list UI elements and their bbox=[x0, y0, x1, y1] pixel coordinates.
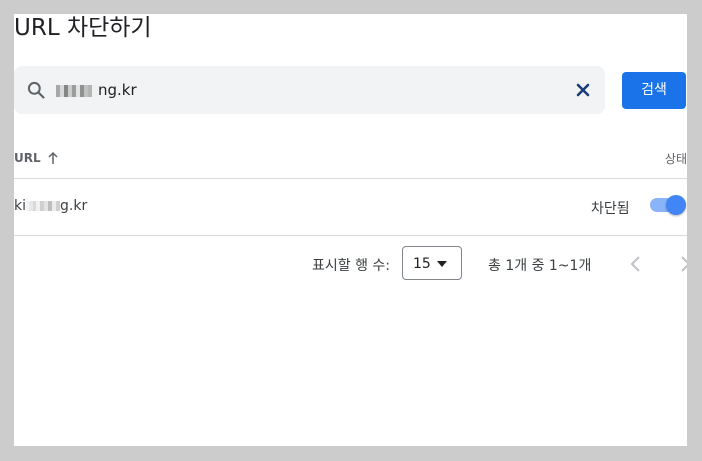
redacted-text bbox=[56, 84, 98, 97]
pagination-range: 총 1개 중 1~1개 bbox=[488, 258, 592, 274]
search-input[interactable]: ng.kr bbox=[14, 66, 605, 114]
block-toggle[interactable] bbox=[650, 195, 686, 215]
toggle-thumb bbox=[666, 195, 686, 215]
rows-per-page-select[interactable]: 15 bbox=[402, 246, 462, 280]
arrow-up-icon[interactable] bbox=[47, 151, 59, 165]
pagination: 표시할 행 수: 15 총 1개 중 1~1개 bbox=[14, 246, 687, 282]
rows-per-page-value: 15 bbox=[413, 256, 431, 272]
column-header-status: 상태 bbox=[664, 152, 687, 166]
row-url: ki g.kr bbox=[14, 198, 87, 214]
divider bbox=[14, 235, 687, 236]
search-icon bbox=[27, 81, 45, 99]
dialog-title: URL 차단하기 bbox=[14, 15, 152, 41]
row-status: 차단됨 bbox=[591, 201, 630, 217]
close-icon[interactable] bbox=[575, 82, 591, 98]
search-value: ng.kr bbox=[56, 66, 137, 114]
block-url-dialog: URL 차단하기 ng.kr 검색 URL 상태 ki g.kr 차단됨 표시할… bbox=[14, 14, 687, 446]
search-button[interactable]: 검색 bbox=[622, 72, 686, 109]
chevron-left-icon[interactable] bbox=[629, 255, 643, 273]
dropdown-arrow-icon bbox=[437, 261, 447, 267]
redacted-text bbox=[26, 201, 60, 211]
search-value-suffix: ng.kr bbox=[98, 81, 137, 99]
chevron-right-icon[interactable] bbox=[678, 255, 687, 273]
rows-per-page-label: 표시할 행 수: bbox=[312, 258, 391, 274]
table-row: ki g.kr 차단됨 bbox=[14, 179, 687, 235]
row-url-suffix: g.kr bbox=[60, 198, 88, 214]
row-url-prefix: ki bbox=[14, 198, 26, 214]
column-header-url[interactable]: URL bbox=[14, 151, 41, 165]
table-header: URL 상태 bbox=[14, 144, 687, 178]
